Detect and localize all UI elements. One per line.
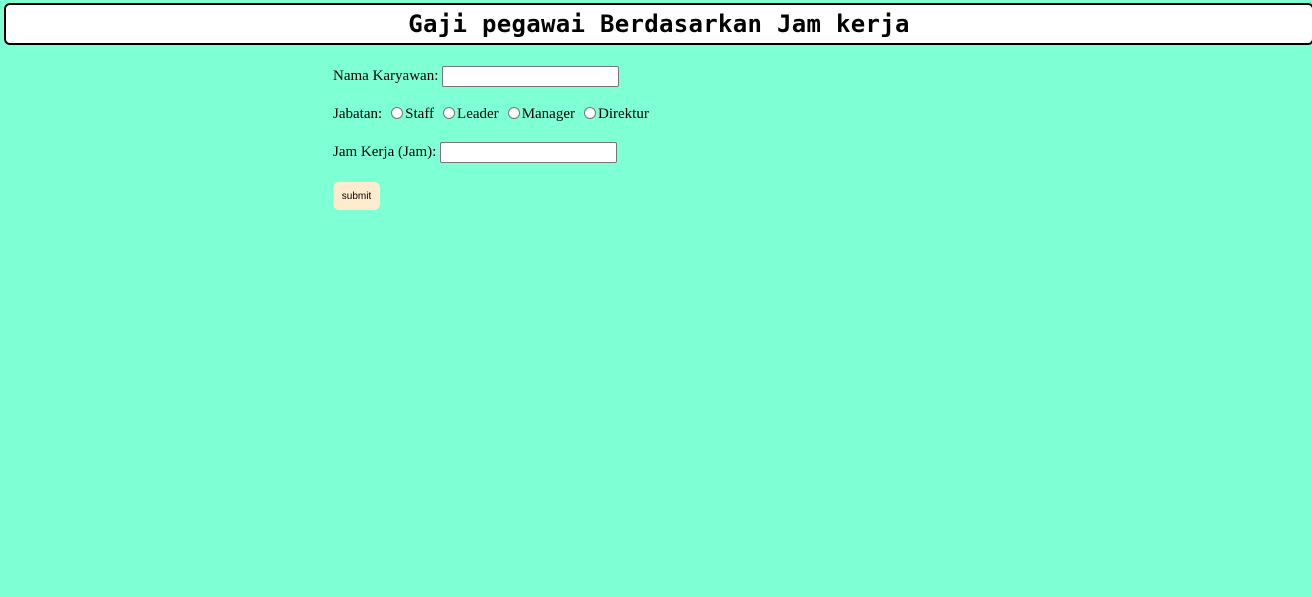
radio-direktur[interactable]: [584, 107, 596, 119]
jabatan-option-leader[interactable]: Leader: [443, 106, 499, 123]
jam-kerja-row: Jam Kerja (Jam):: [333, 140, 618, 164]
jabatan-row: Jabatan: Staff Leader Manager Direktur: [333, 102, 658, 126]
jam-kerja-input[interactable]: [440, 141, 618, 163]
nama-karyawan-input[interactable]: [442, 65, 620, 87]
radio-direktur-label: Direktur: [598, 105, 649, 122]
submit-button[interactable]: submit: [333, 182, 380, 210]
jabatan-radio-group: Staff Leader Manager Direktur: [391, 106, 658, 123]
jabatan-option-direktur[interactable]: Direktur: [584, 106, 649, 123]
page-title: Gaji pegawai Berdasarkan Jam kerja: [408, 10, 910, 38]
jabatan-option-staff[interactable]: Staff: [391, 106, 434, 123]
jabatan-option-manager[interactable]: Manager: [507, 105, 575, 123]
radio-manager[interactable]: [507, 107, 520, 119]
radio-staff[interactable]: [391, 107, 404, 119]
jam-kerja-label: Jam Kerja (Jam):: [333, 143, 437, 160]
radio-staff-label: Staff: [405, 105, 435, 122]
radio-leader-label: Leader: [457, 105, 499, 122]
nama-label: Nama Karyawan:: [333, 67, 439, 84]
radio-leader[interactable]: [443, 107, 456, 119]
jabatan-label: Jabatan:: [333, 105, 383, 122]
radio-manager-label: Manager: [521, 105, 575, 122]
nama-row: Nama Karyawan:: [333, 64, 620, 88]
page-header: Gaji pegawai Berdasarkan Jam kerja: [4, 3, 1312, 45]
